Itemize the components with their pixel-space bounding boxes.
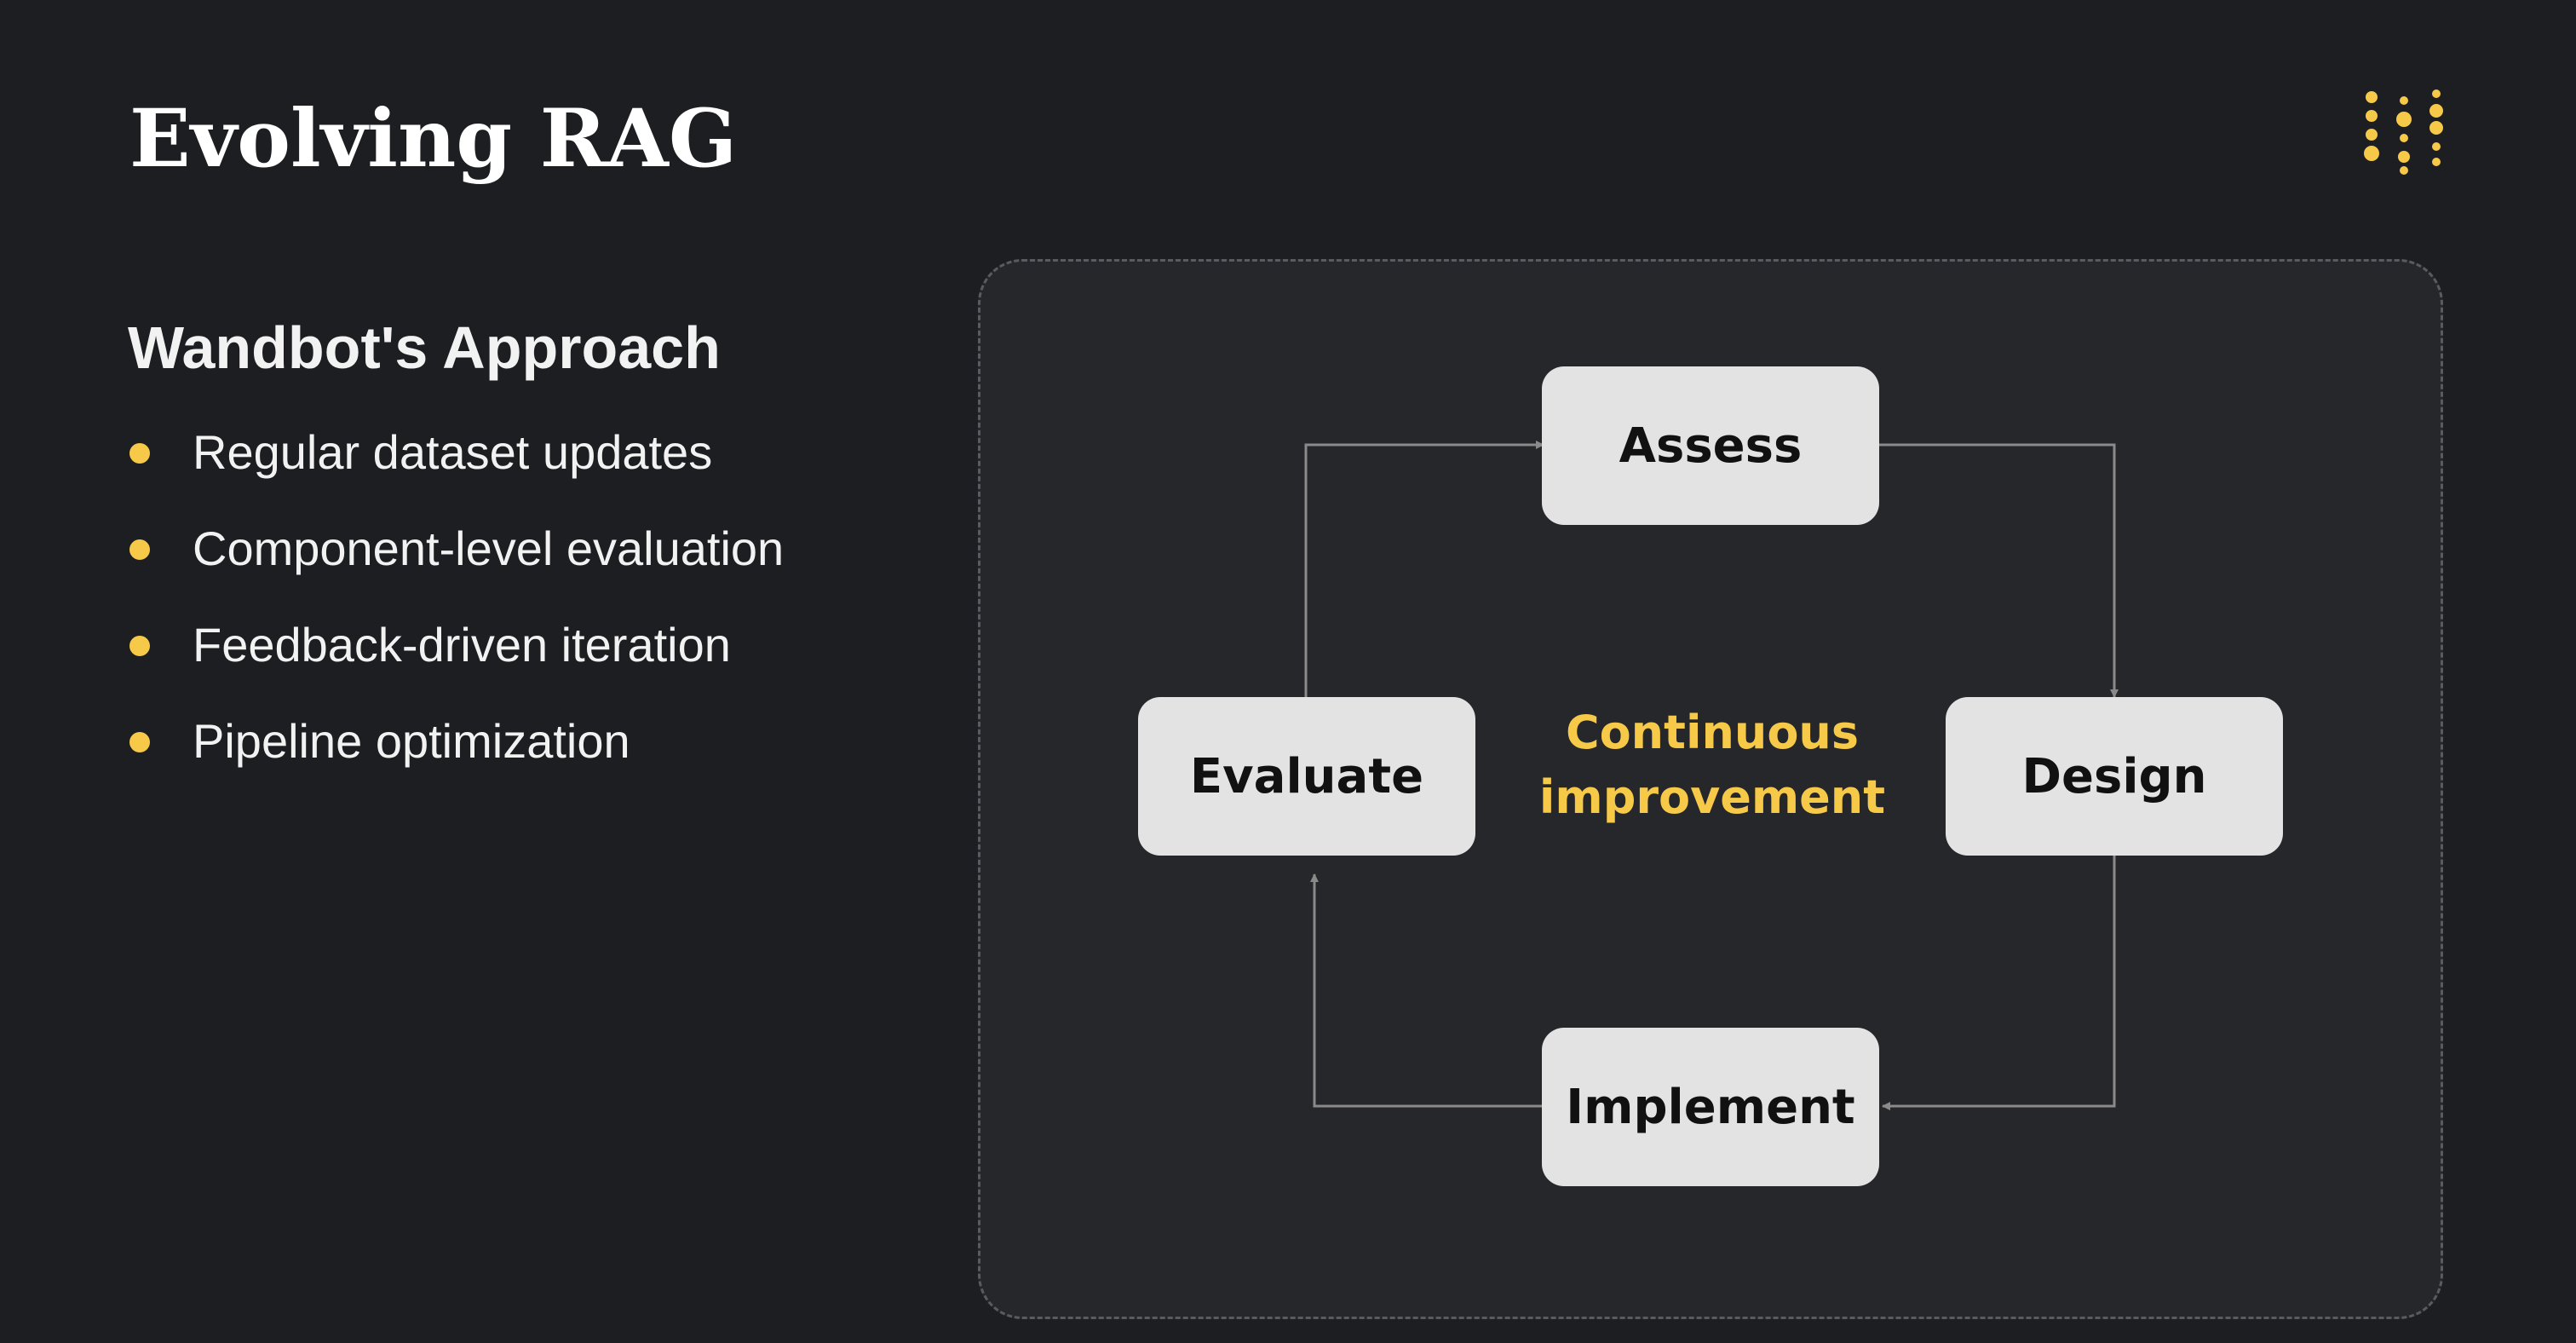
yellow-dot-icon bbox=[129, 443, 150, 464]
slide-title: Evolving RAG bbox=[129, 92, 738, 186]
list-item: Pipeline optimization bbox=[124, 705, 784, 801]
list-item: Component-level evaluation bbox=[124, 512, 784, 608]
list-item: Regular dataset updates bbox=[124, 416, 784, 512]
yellow-dot-icon bbox=[129, 732, 150, 752]
bullet-text: Feedback-driven iteration bbox=[193, 618, 731, 672]
center-label-line2: improvement bbox=[1538, 770, 1886, 824]
yellow-dot-icon bbox=[129, 636, 150, 656]
bullet-text: Pipeline optimization bbox=[193, 714, 630, 768]
yellow-dot-icon bbox=[129, 539, 150, 560]
section-subtitle: Wandbot's Approach bbox=[128, 314, 721, 381]
node-evaluate: Evaluate bbox=[1138, 697, 1475, 856]
bullet-text: Regular dataset updates bbox=[193, 425, 713, 479]
bullet-list: Regular dataset updates Component-level … bbox=[124, 416, 784, 801]
node-implement: Implement bbox=[1542, 1028, 1879, 1186]
node-assess: Assess bbox=[1542, 366, 1879, 525]
dot-grid-logo-icon bbox=[2364, 89, 2443, 175]
center-label-line1: Continuous bbox=[1565, 706, 1860, 759]
list-item: Feedback-driven iteration bbox=[124, 608, 784, 705]
center-label: Continuous improvement bbox=[1516, 700, 1908, 830]
bullet-text: Component-level evaluation bbox=[193, 522, 785, 575]
node-design: Design bbox=[1946, 697, 2283, 856]
